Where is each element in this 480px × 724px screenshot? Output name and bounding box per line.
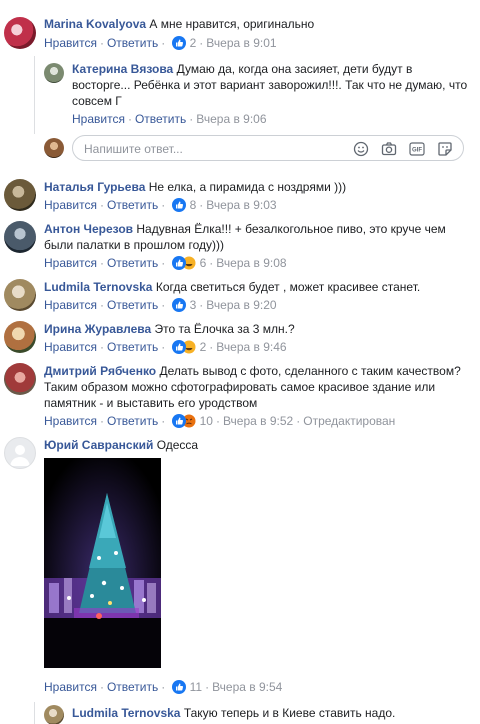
- comment-time[interactable]: Вчера в 9:54: [212, 680, 282, 694]
- comment-author[interactable]: Наталья Гурьева: [44, 180, 145, 194]
- avatar[interactable]: [4, 179, 36, 211]
- avatar[interactable]: [4, 17, 36, 49]
- avatar[interactable]: [4, 221, 36, 253]
- like-angry-reaction-icon: [171, 414, 196, 428]
- christmas-tree-photo: [44, 458, 161, 668]
- default-user-icon: [10, 445, 30, 466]
- like-reaction-icon: [171, 680, 186, 694]
- comment-author[interactable]: Ludmila Ternovska: [72, 706, 180, 720]
- camera-icon[interactable]: [381, 141, 397, 157]
- avatar[interactable]: [44, 705, 64, 724]
- reply-input-placeholder: Напишите ответ...: [84, 142, 183, 156]
- like-link[interactable]: Нравится: [44, 340, 97, 354]
- svg-text:GIF: GIF: [412, 148, 422, 154]
- sticker-icon[interactable]: [437, 141, 453, 157]
- like-link[interactable]: Нравится: [44, 36, 97, 50]
- comment-author[interactable]: Катерина Вязова: [72, 62, 173, 76]
- comment-text: Не елка, а пирамида с ноздрями ))): [148, 180, 347, 194]
- comment-author[interactable]: Дмитрий Рябченко: [44, 364, 156, 378]
- reply-link[interactable]: Ответить: [107, 198, 158, 212]
- like-link[interactable]: Нравится: [72, 112, 125, 126]
- comment-time[interactable]: Вчера в 9:46: [216, 340, 286, 354]
- like-reaction-icon: [171, 36, 186, 50]
- reply-thread-line: [34, 702, 35, 724]
- reaction-count[interactable]: 10: [200, 414, 213, 428]
- comment-text: А мне нравится, оригинально: [149, 17, 315, 31]
- like-link[interactable]: Нравится: [44, 256, 97, 270]
- gif-icon[interactable]: GIF: [409, 141, 425, 157]
- comment-time[interactable]: Вчера в 9:52: [223, 414, 293, 428]
- avatar[interactable]: [4, 437, 36, 469]
- comment-text: Такую теперь и в Киеве ставить надо.: [183, 706, 396, 720]
- emoji-icon[interactable]: [353, 141, 369, 157]
- comment-time[interactable]: Вчера в 9:20: [206, 298, 276, 312]
- avatar[interactable]: [44, 63, 64, 83]
- like-reaction-icon: [171, 198, 186, 212]
- comment-photo[interactable]: [44, 458, 161, 668]
- reply-link[interactable]: Ответить: [107, 298, 158, 312]
- reply-link[interactable]: Ответить: [107, 36, 158, 50]
- comment-time[interactable]: Вчера в 9:08: [216, 256, 286, 270]
- comment-time[interactable]: Вчера в 9:01: [206, 36, 276, 50]
- like-link[interactable]: Нравится: [44, 298, 97, 312]
- reply-link[interactable]: Ответить: [107, 340, 158, 354]
- like-link[interactable]: Нравится: [44, 414, 97, 428]
- like-link[interactable]: Нравится: [44, 198, 97, 212]
- like-link[interactable]: Нравится: [44, 680, 97, 694]
- reply-input[interactable]: Напишите ответ... GIF: [72, 135, 464, 161]
- comment-time[interactable]: Вчера в 9:06: [196, 112, 266, 126]
- edited-label[interactable]: Отредактирован: [303, 414, 395, 428]
- comment-text: Это та Ёлочка за 3 млн.?: [154, 322, 295, 336]
- like-haha-reaction-icon: [171, 256, 196, 270]
- like-haha-reaction-icon: [171, 340, 196, 354]
- comment-author[interactable]: Marina Kovalyova: [44, 17, 146, 31]
- reply-link[interactable]: Ответить: [107, 680, 158, 694]
- reply-thread-line: [34, 56, 35, 134]
- current-user-avatar: [44, 138, 64, 158]
- avatar[interactable]: [4, 363, 36, 395]
- reaction-count[interactable]: 11: [190, 680, 202, 694]
- comment-text: Когда светиться будет , может красивее с…: [155, 280, 421, 294]
- avatar[interactable]: [4, 279, 36, 311]
- comment-author[interactable]: Антон Черезов: [44, 222, 133, 236]
- like-reaction-icon: [171, 298, 186, 312]
- comment-text: Одесса: [156, 438, 199, 452]
- comment-author[interactable]: Юрий Савранский: [44, 438, 153, 452]
- comment-author[interactable]: Ludmila Ternovska: [44, 280, 152, 294]
- comment-time[interactable]: Вчера в 9:03: [206, 198, 276, 212]
- comment-author[interactable]: Ирина Журавлева: [44, 322, 151, 336]
- avatar[interactable]: [4, 321, 36, 353]
- reply-link[interactable]: Ответить: [107, 256, 158, 270]
- reply-link[interactable]: Ответить: [107, 414, 158, 428]
- reply-link[interactable]: Ответить: [135, 112, 186, 126]
